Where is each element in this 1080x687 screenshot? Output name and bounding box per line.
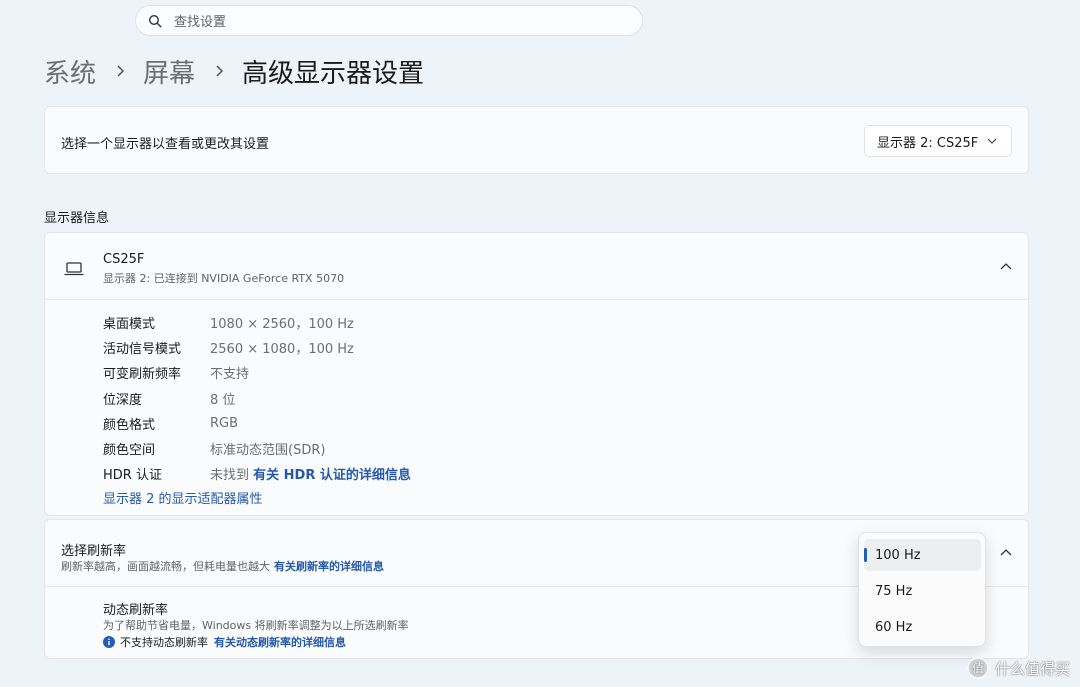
monitor-name: CS25F — [103, 252, 145, 267]
chevron-up-icon[interactable] — [1000, 547, 1012, 559]
monitor-info-card: CS25F 显示器 2: 已连接到 NVIDIA GeForce RTX 507… — [44, 232, 1029, 516]
info-row: 可变刷新频率 不支持 — [103, 360, 411, 385]
info-value: 未找到 — [210, 468, 250, 484]
display-dropdown[interactable]: 显示器 2: CS25F — [864, 125, 1012, 157]
info-value: 8 位 — [210, 392, 236, 408]
chevron-down-icon — [987, 138, 997, 144]
dynamic-refresh-note-text: 不支持动态刷新率 — [120, 636, 208, 649]
chevron-right-icon — [215, 65, 224, 77]
dynamic-refresh-title: 动态刷新率 — [103, 603, 169, 618]
watermark: 值 什么值得买 — [967, 657, 1070, 679]
info-key: 可变刷新频率 — [103, 367, 182, 383]
section-title: 显示器信息 — [44, 211, 110, 226]
display-dropdown-value: 显示器 2: CS25F — [877, 135, 979, 151]
info-key: 位深度 — [103, 392, 143, 408]
monitor-info-header[interactable]: CS25F 显示器 2: 已连接到 NVIDIA GeForce RTX 507… — [45, 233, 1028, 300]
dynamic-refresh-note: 不支持动态刷新率 有关动态刷新率的详细信息 — [103, 634, 346, 650]
dynamic-refresh-details-link[interactable]: 有关动态刷新率的详细信息 — [214, 634, 346, 650]
info-key: 桌面模式 — [103, 317, 156, 333]
refresh-rate-desc: 刷新率越高，画面越流畅，但耗电量也越大 有关刷新率的详细信息 — [61, 558, 384, 574]
refresh-option-60[interactable]: 60 Hz — [864, 611, 981, 643]
chevron-up-icon[interactable] — [1000, 261, 1012, 273]
info-key: 活动信号模式 — [103, 342, 182, 358]
watermark-logo-icon: 值 — [967, 657, 989, 679]
info-row: 桌面模式 1080 × 2560，100 Hz — [103, 310, 411, 335]
info-icon — [103, 636, 115, 648]
info-row: 活动信号模式 2560 × 1080，100 Hz — [103, 335, 411, 360]
chevron-right-icon — [116, 65, 125, 77]
watermark-text: 什么值得买 — [994, 659, 1070, 678]
search-box[interactable]: 查找设置 — [135, 5, 643, 36]
laptop-icon — [64, 262, 84, 276]
svg-text:值: 值 — [972, 661, 984, 676]
info-value: 标准动态范围(SDR) — [210, 443, 326, 459]
info-value: 不支持 — [210, 367, 250, 383]
info-key: 颜色空间 — [103, 443, 156, 459]
refresh-rate-title: 选择刷新率 — [61, 544, 127, 559]
refresh-rate-desc-text: 刷新率越高，画面越流畅，但耗电量也越大 — [61, 560, 270, 573]
info-value: 1080 × 2560，100 Hz — [210, 317, 354, 333]
info-value: RGB — [210, 415, 239, 431]
info-row: 位深度 8 位 — [103, 386, 411, 411]
hdr-row: HDR 认证 未找到 有关 HDR 认证的详细信息 — [103, 461, 411, 486]
monitor-subtitle: 显示器 2: 已连接到 NVIDIA GeForce RTX 5070 — [103, 272, 345, 285]
info-row: 颜色格式 RGB — [103, 411, 411, 436]
monitor-info-rows: 桌面模式 1080 × 2560，100 Hz 活动信号模式 2560 × 1080… — [103, 310, 411, 486]
hdr-details-link[interactable]: 有关 HDR 认证的详细信息 — [253, 464, 411, 483]
info-row: 颜色空间 标准动态范围(SDR) — [103, 436, 411, 461]
breadcrumb-display[interactable]: 屏幕 — [143, 53, 195, 90]
refresh-rate-menu: 100 Hz 75 Hz 60 Hz — [858, 532, 986, 647]
display-select-label: 选择一个显示器以查看或更改其设置 — [61, 137, 270, 152]
refresh-rate-details-link[interactable]: 有关刷新率的详细信息 — [274, 560, 384, 573]
breadcrumb-system[interactable]: 系统 — [44, 53, 96, 90]
breadcrumb: 系统 屏幕 高级显示器设置 — [44, 50, 424, 92]
dynamic-refresh-desc: 为了帮助节省电量，Windows 将刷新率调整为以上所选刷新率 — [103, 619, 409, 632]
info-value: 2560 × 1080，100 Hz — [210, 342, 354, 358]
search-placeholder: 查找设置 — [174, 15, 227, 30]
refresh-option-75[interactable]: 75 Hz — [864, 575, 981, 607]
search-icon — [148, 14, 162, 28]
adapter-properties-link[interactable]: 显示器 2 的显示适配器属性 — [103, 488, 263, 507]
page-title: 高级显示器设置 — [242, 58, 425, 89]
refresh-option-100[interactable]: 100 Hz — [864, 539, 981, 571]
display-select-card: 选择一个显示器以查看或更改其设置 显示器 2: CS25F — [44, 106, 1029, 174]
info-key: HDR 认证 — [103, 468, 162, 484]
info-key: 颜色格式 — [103, 417, 156, 433]
